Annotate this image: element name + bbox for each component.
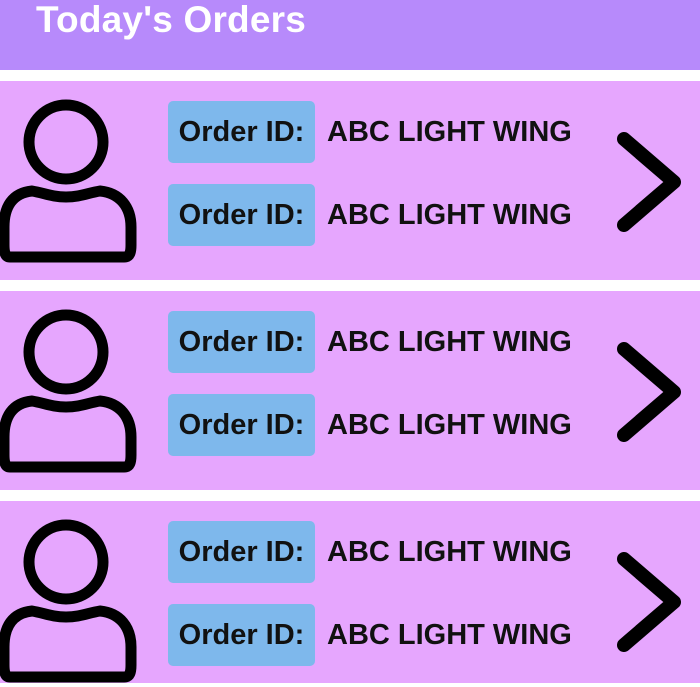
order-card[interactable]: Order ID: ABC LIGHT WING Order ID: ABC L… bbox=[0, 501, 700, 683]
order-id-value: ABC LIGHT WING bbox=[327, 116, 572, 148]
order-id-value: ABC LIGHT WING bbox=[327, 199, 572, 231]
order-id-value: ABC LIGHT WING bbox=[327, 409, 572, 441]
chevron-right-icon[interactable] bbox=[608, 125, 690, 235]
chevron-right-icon[interactable] bbox=[608, 335, 690, 445]
order-id-label: Order ID: bbox=[168, 604, 315, 666]
order-id-value: ABC LIGHT WING bbox=[327, 619, 572, 651]
order-id-label: Order ID: bbox=[168, 394, 315, 456]
order-card[interactable]: Order ID: ABC LIGHT WING Order ID: ABC L… bbox=[0, 81, 700, 280]
order-id-label: Order ID: bbox=[168, 101, 315, 163]
person-outline-icon bbox=[0, 309, 137, 473]
order-id-value: ABC LIGHT WING bbox=[327, 326, 572, 358]
order-id-value: ABC LIGHT WING bbox=[327, 536, 572, 568]
order-card[interactable]: Order ID: ABC LIGHT WING Order ID: ABC L… bbox=[0, 291, 700, 490]
person-outline-icon bbox=[0, 519, 137, 683]
order-list: Order ID: ABC LIGHT WING Order ID: ABC L… bbox=[0, 0, 700, 683]
order-id-label: Order ID: bbox=[168, 184, 315, 246]
order-id-label: Order ID: bbox=[168, 521, 315, 583]
order-id-label: Order ID: bbox=[168, 311, 315, 373]
person-outline-icon bbox=[0, 99, 137, 263]
chevron-right-icon[interactable] bbox=[608, 545, 690, 655]
